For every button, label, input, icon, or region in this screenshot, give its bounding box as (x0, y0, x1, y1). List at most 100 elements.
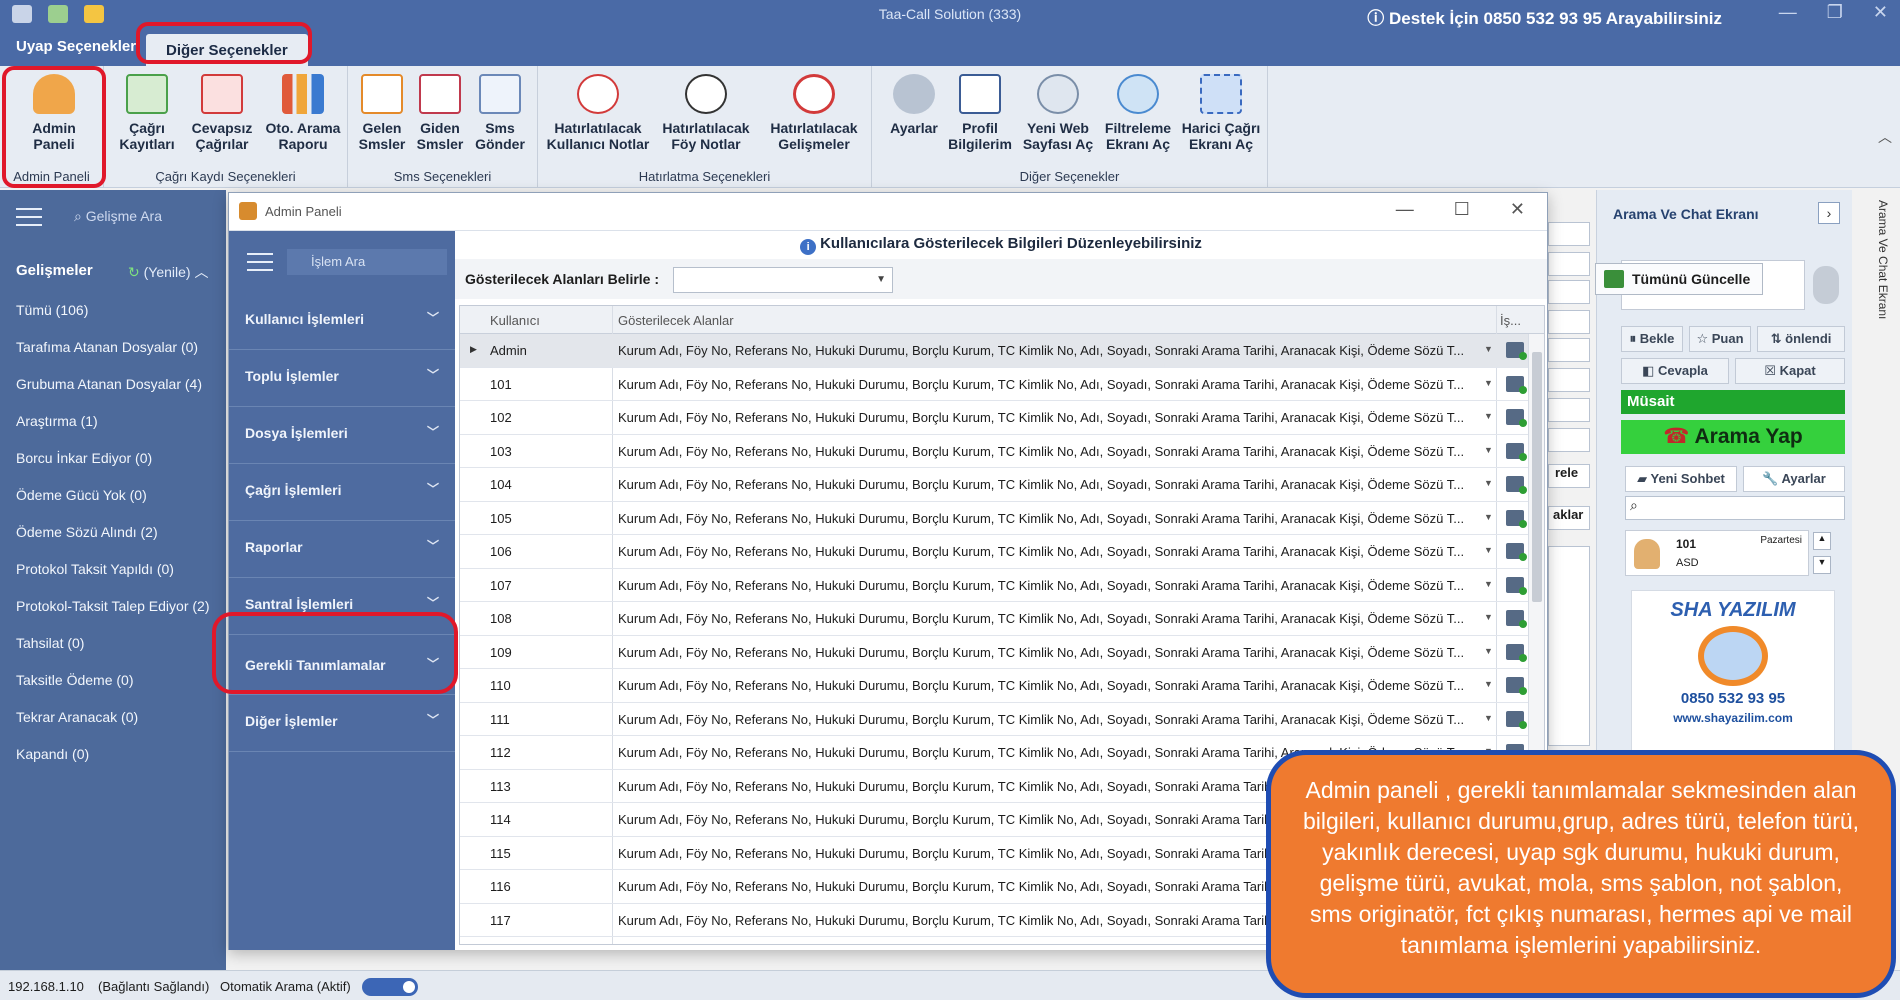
tab-uyap[interactable]: Uyap Seçenekler (16, 38, 136, 55)
background-field[interactable] (1548, 280, 1590, 304)
new-chat-button[interactable]: ▰ Yeni Sohbet (1625, 466, 1737, 492)
table-row[interactable]: 105 Kurum Adı, Föy No, Referans No, Hukuk… (460, 502, 1544, 535)
table-row[interactable]: 110 Kurum Adı, Föy No, Referans No, Hukuk… (460, 669, 1544, 703)
cell-fields[interactable]: Kurum Adı, Föy No, Referans No, Hukuki D… (618, 544, 1474, 559)
background-field[interactable] (1548, 222, 1590, 246)
chevron-down-icon[interactable]: ▼ (1484, 512, 1493, 522)
chevron-down-icon[interactable]: ▼ (1484, 579, 1493, 589)
reminder-progress-button[interactable]: Hatırlatılacak Gelişmeler (762, 74, 866, 152)
chevron-down-icon[interactable]: ▼ (1484, 344, 1493, 354)
restore-icon[interactable]: ❐ (1827, 2, 1843, 23)
save-row-icon[interactable] (1506, 409, 1527, 427)
minimize-icon[interactable]: — (1396, 199, 1414, 220)
table-row[interactable]: 106 Kurum Adı, Föy No, Referans No, Hukuk… (460, 535, 1544, 569)
refresh-button[interactable]: ↻ (Yenile) ︿ (128, 262, 208, 282)
call-records-button[interactable]: Çağrı Kayıtları (112, 74, 182, 152)
filter-screen-button[interactable]: Filtreleme Ekranı Aç (1098, 74, 1178, 152)
scroll-thumb[interactable] (1532, 352, 1542, 602)
settings-button[interactable]: Ayarlar (884, 74, 944, 136)
hold-button[interactable]: ⏸ Bekle (1621, 326, 1683, 352)
background-field[interactable] (1548, 428, 1590, 452)
save-row-icon[interactable] (1506, 442, 1527, 461)
chat-settings-button[interactable]: 🔧 Ayarlar (1743, 466, 1845, 492)
cell-fields[interactable]: Kurum Adı, Föy No, Referans No, Hukuki D… (618, 410, 1474, 425)
chevron-down-icon[interactable]: ▼ (1484, 445, 1493, 455)
cell-fields[interactable]: Kurum Adı, Föy No, Referans No, Hukuki D… (618, 343, 1474, 358)
list-item[interactable]: Borcu İnkar Ediyor (0) (16, 450, 209, 487)
background-field[interactable] (1548, 338, 1590, 362)
table-row[interactable]: 109 Kurum Adı, Föy No, Referans No, Hukuk… (460, 636, 1544, 669)
list-item[interactable]: Tümü (106) (16, 302, 209, 339)
table-row[interactable]: 102 Kurum Adı, Föy No, Referans No, Hukuk… (460, 401, 1544, 435)
list-item[interactable]: Ödeme Gücü Yok (0) (16, 487, 209, 524)
cell-fields[interactable]: Kurum Adı, Föy No, Referans No, Hukuki D… (618, 645, 1474, 660)
menu-raporlar[interactable]: Raporlar ﹀ (229, 521, 455, 578)
chevron-down-icon[interactable]: ▼ (1484, 646, 1493, 656)
chevron-down-icon[interactable]: ▼ (1484, 478, 1493, 488)
forward-button[interactable]: ⇅ önlendi (1757, 326, 1845, 352)
list-item[interactable]: Protokol-Taksit Talep Ediyor (2) (16, 598, 209, 635)
scroll-down-icon[interactable]: ▼ (1813, 556, 1831, 574)
save-row-icon[interactable] (1506, 543, 1527, 561)
cell-fields[interactable]: Kurum Adı, Föy No, Referans No, Hukuki D… (618, 444, 1474, 459)
incoming-sms-button[interactable]: Gelen Smsler (354, 74, 410, 152)
ribbon-collapse-icon[interactable]: ︿ (1878, 127, 1892, 147)
outgoing-sms-button[interactable]: Giden Smsler (412, 74, 468, 152)
save-row-icon[interactable] (1506, 710, 1527, 729)
chevron-down-icon[interactable]: ▼ (1484, 713, 1493, 723)
nav-search[interactable]: ⌕ Gelişme Ara (74, 208, 162, 225)
cell-fields[interactable]: Kurum Adı, Föy No, Referans No, Hukuki D… (618, 678, 1474, 693)
list-item[interactable]: Protokol Taksit Yapıldı (0) (16, 561, 209, 598)
list-item[interactable]: Tahsilat (0) (16, 635, 209, 672)
col-header-action[interactable]: İş... (1500, 313, 1521, 328)
user-notes-button[interactable]: Hatırlatılacak Kullanıcı Notlar (546, 74, 650, 152)
col-header-fields[interactable]: Gösterilecek Alanlar (618, 313, 734, 328)
background-button-2[interactable]: aklar (1548, 506, 1590, 530)
send-sms-button[interactable]: Sms Gönder (470, 74, 530, 152)
chevron-down-icon[interactable]: ▼ (1484, 378, 1493, 388)
contact-item[interactable]: 101 ASD Pazartesi (1625, 530, 1809, 576)
background-field[interactable] (1548, 368, 1590, 392)
table-row[interactable]: 104 Kurum Adı, Föy No, Referans No, Hukuk… (460, 468, 1544, 502)
maximize-icon[interactable]: ☐ (1454, 199, 1470, 220)
cell-fields[interactable]: Kurum Adı, Föy No, Referans No, Hukuki D… (618, 477, 1474, 492)
background-field[interactable] (1548, 398, 1590, 422)
list-item[interactable]: Grubuma Atanan Dosyalar (4) (16, 376, 209, 413)
background-field[interactable] (1548, 252, 1590, 276)
cell-fields[interactable]: Kurum Adı, Föy No, Referans No, Hukuki D… (618, 712, 1474, 727)
menu-toplu-islemler[interactable]: Toplu İşlemler ﹀ (229, 350, 455, 407)
save-row-icon[interactable] (1506, 643, 1527, 662)
scroll-up-icon[interactable]: ▲ (1813, 532, 1831, 550)
fields-select[interactable]: ▼ (673, 267, 893, 293)
chevron-down-icon[interactable]: ▼ (1484, 612, 1493, 622)
menu-kullanici-islemleri[interactable]: Kullanıcı İşlemleri ﹀ (229, 293, 455, 350)
profile-button[interactable]: Profil Bilgilerim (940, 74, 1020, 152)
save-row-icon[interactable] (1506, 509, 1527, 528)
background-field[interactable] (1548, 310, 1590, 334)
list-item[interactable]: Tarafıma Atanan Dosyalar (0) (16, 339, 209, 376)
menu-diger-islemler[interactable]: Diğer İşlemler ﹀ (229, 695, 455, 752)
minimize-icon[interactable]: — (1779, 2, 1797, 23)
missed-calls-button[interactable]: Cevapsız Çağrılar (184, 74, 260, 152)
list-item[interactable]: Tekrar Aranacak (0) (16, 709, 209, 746)
collapse-button[interactable]: › (1818, 202, 1840, 224)
new-web-page-button[interactable]: Yeni Web Sayfası Aç (1018, 74, 1098, 152)
status-badge[interactable]: Müsait (1621, 390, 1845, 414)
save-row-icon[interactable] (1506, 375, 1527, 394)
menu-cagri-islemleri[interactable]: Çağrı İşlemleri ﹀ (229, 464, 455, 521)
chevron-down-icon[interactable]: ▼ (1484, 411, 1493, 421)
chevron-down-icon[interactable]: ▼ (1484, 679, 1493, 689)
call-button[interactable]: ☎ Arama Yap (1621, 420, 1845, 454)
hamburger-icon[interactable] (16, 208, 42, 232)
chat-search-input[interactable]: ⌕ (1625, 496, 1845, 520)
external-call-screen-button[interactable]: Harici Çağrı Ekranı Aç (1178, 74, 1264, 152)
hangup-button[interactable]: ☒ Kapat (1735, 358, 1845, 384)
cell-fields[interactable]: Kurum Adı, Föy No, Referans No, Hukuki D… (618, 578, 1474, 593)
col-header-user[interactable]: Kullanıcı (490, 313, 540, 328)
close-icon[interactable]: ✕ (1510, 199, 1525, 220)
answer-button[interactable]: ◧ Cevapla (1621, 358, 1729, 384)
auto-call-toggle[interactable] (362, 978, 418, 996)
microphone-icon[interactable] (1813, 266, 1839, 304)
chevron-down-icon[interactable]: ▼ (1484, 545, 1493, 555)
dialog-search-input[interactable]: İşlem Ara (287, 249, 447, 275)
